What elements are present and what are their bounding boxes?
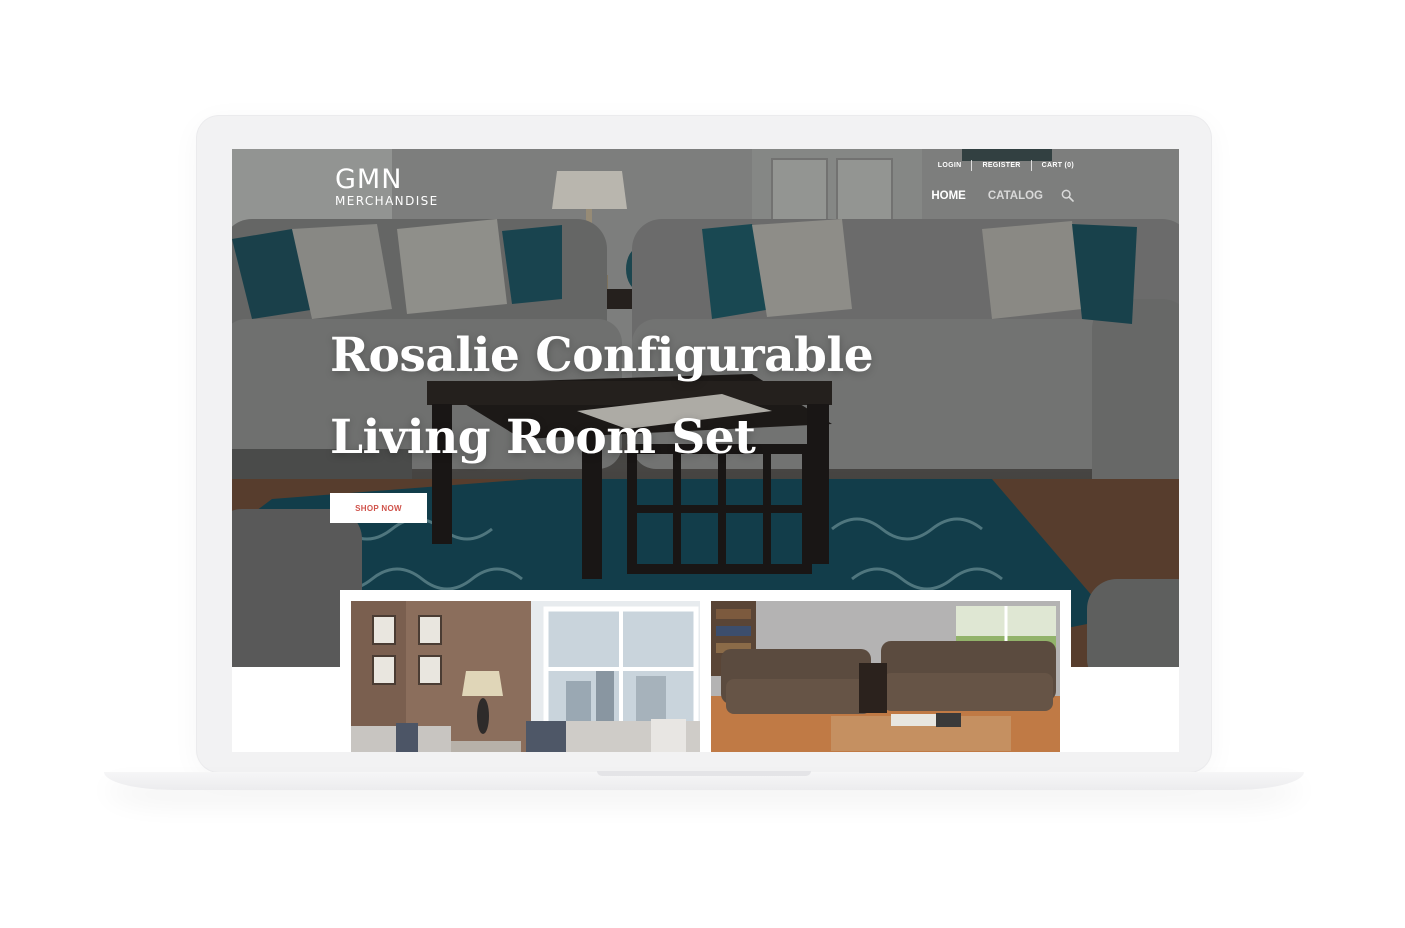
laptop-notch bbox=[597, 771, 811, 776]
nav-home[interactable]: HOME bbox=[931, 190, 966, 202]
nav-catalog[interactable]: CATALOG bbox=[988, 190, 1043, 202]
register-link[interactable]: REGISTER bbox=[972, 162, 1030, 169]
main-nav: HOME CATALOG bbox=[909, 189, 1074, 202]
website-screen: GMN MERCHANDISE LOGIN REGISTER CART (0) … bbox=[232, 149, 1179, 752]
featured-products bbox=[340, 590, 1071, 752]
login-link[interactable]: LOGIN bbox=[928, 162, 972, 169]
hero-title: Rosalie Configurable Living Room Set bbox=[330, 328, 874, 465]
page-stage: GMN MERCHANDISE LOGIN REGISTER CART (0) … bbox=[0, 0, 1405, 928]
brown-sofa-loveseat-photo bbox=[711, 601, 1060, 752]
living-room-sectional-photo bbox=[351, 601, 700, 752]
search-icon[interactable] bbox=[1061, 189, 1074, 202]
brand-logo[interactable]: GMN MERCHANDISE bbox=[335, 165, 439, 208]
cart-link[interactable]: CART (0) bbox=[1032, 162, 1074, 169]
brand-name-bottom: MERCHANDISE bbox=[335, 194, 439, 208]
brand-name-top: GMN bbox=[335, 164, 403, 195]
utility-nav: LOGIN REGISTER CART (0) bbox=[928, 160, 1074, 171]
shop-now-button[interactable]: SHOP NOW bbox=[330, 493, 427, 523]
product-card[interactable] bbox=[711, 601, 1060, 752]
product-card[interactable] bbox=[351, 601, 700, 752]
